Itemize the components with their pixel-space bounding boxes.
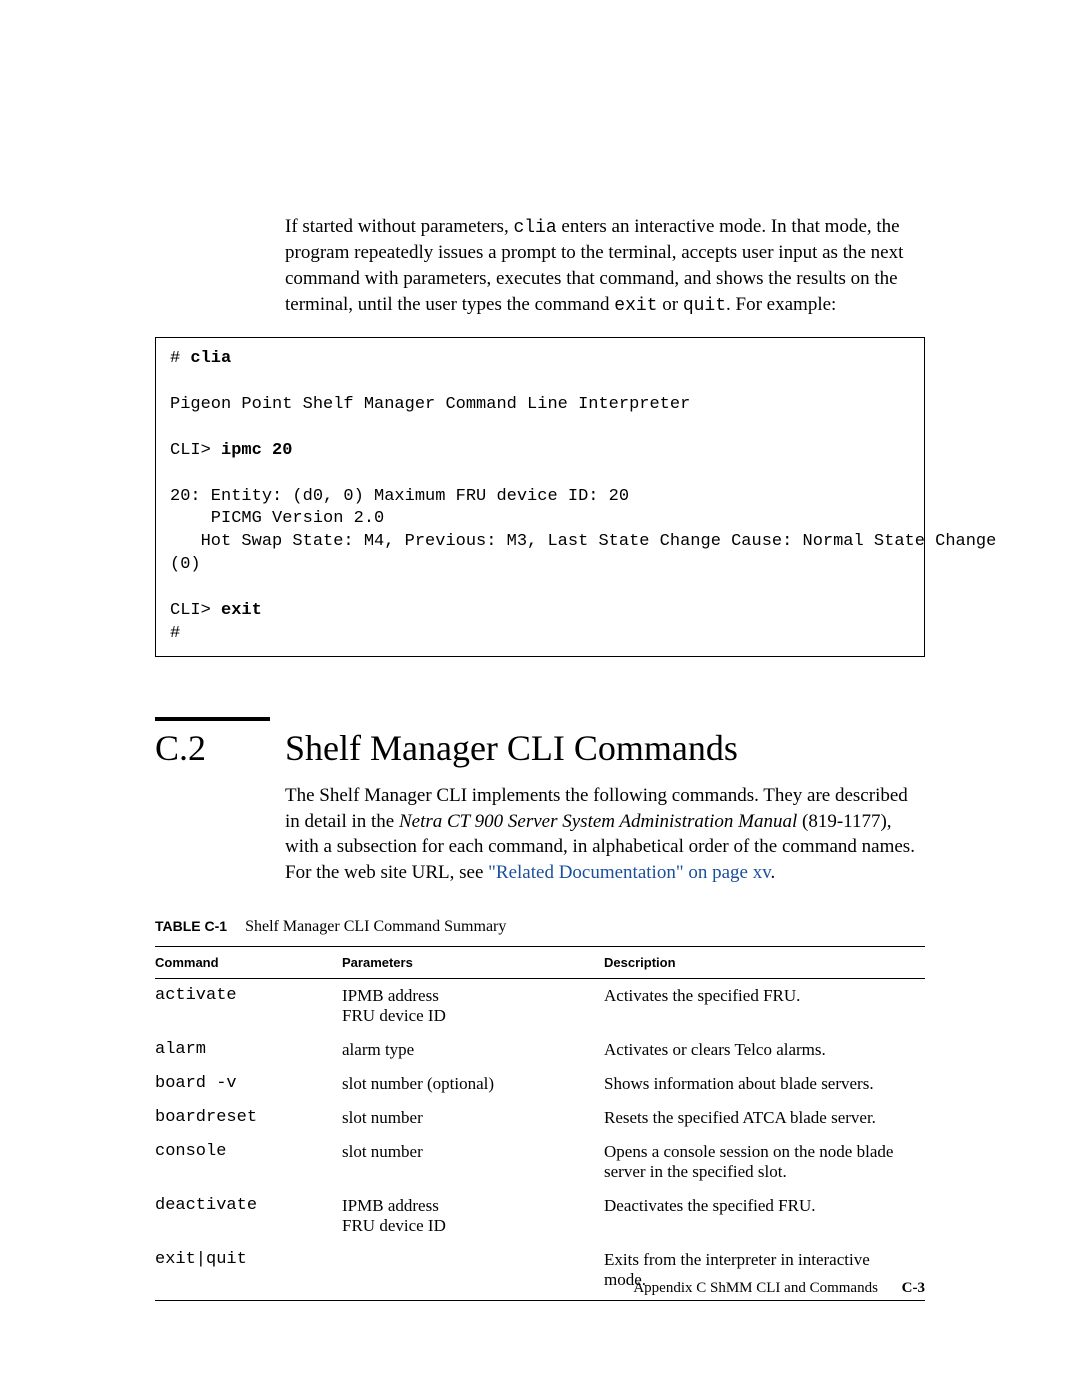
desc-cell: Resets the specified ATCA blade server. xyxy=(604,1101,925,1135)
section-title: Shelf Manager CLI Commands xyxy=(285,727,738,769)
desc-cell: Deactivates the specified FRU. xyxy=(604,1189,925,1243)
param-cell: IPMB addressFRU device ID xyxy=(342,1189,604,1243)
desc-cell: Opens a console session on the node blad… xyxy=(604,1135,925,1189)
section-rule xyxy=(155,717,270,721)
section-p-ital: Netra CT 900 Server System Administratio… xyxy=(399,811,797,832)
th-command: Command xyxy=(155,946,342,978)
intro-text-1: If started without parameters, xyxy=(285,216,513,237)
desc-cell: Shows information about blade servers. xyxy=(604,1067,925,1101)
table-row: board -v slot number (optional) Shows in… xyxy=(155,1067,925,1101)
table-row: activate IPMB addressFRU device ID Activ… xyxy=(155,978,925,1033)
th-parameters: Parameters xyxy=(342,946,604,978)
table-row: boardreset slot number Resets the specif… xyxy=(155,1101,925,1135)
cmd-cell: exit|quit xyxy=(155,1243,342,1301)
intro-quit-code: quit xyxy=(683,296,726,316)
intro-clia-code: clia xyxy=(513,218,556,238)
param-cell: alarm type xyxy=(342,1033,604,1067)
cmd-cell: console xyxy=(155,1135,342,1189)
table-row: alarm alarm type Activates or clears Tel… xyxy=(155,1033,925,1067)
cmd-cell: boardreset xyxy=(155,1101,342,1135)
code-l8: PICMG Version 2.0 xyxy=(170,509,384,528)
section-paragraph: The Shelf Manager CLI implements the fol… xyxy=(285,783,925,886)
page-footer: Appendix C ShMM CLI and Commands C-3 xyxy=(633,1280,925,1297)
code-l1a: # xyxy=(170,349,190,368)
code-l12b: exit xyxy=(221,601,262,620)
code-l3: Pigeon Point Shelf Manager Command Line … xyxy=(170,395,690,414)
page: If started without parameters, clia ente… xyxy=(0,0,1080,1397)
desc-cell: Activates or clears Telco alarms. xyxy=(604,1033,925,1067)
table-caption-text: Shelf Manager CLI Command Summary xyxy=(245,918,506,935)
table-row: console slot number Opens a console sess… xyxy=(155,1135,925,1189)
intro-tail: . For example: xyxy=(726,294,836,315)
code-l12a: CLI> xyxy=(170,601,221,620)
cmd-cell: board -v xyxy=(155,1067,342,1101)
cmd-cell: deactivate xyxy=(155,1189,342,1243)
param-cell: slot number xyxy=(342,1135,604,1189)
code-l9: Hot Swap State: M4, Previous: M3, Last S… xyxy=(170,532,996,551)
table-header-row: Command Parameters Description xyxy=(155,946,925,978)
intro-paragraph: If started without parameters, clia ente… xyxy=(285,214,925,318)
related-documentation-link[interactable]: "Related Documentation" on page xv xyxy=(488,862,770,883)
footer-text: Appendix C ShMM CLI and Commands xyxy=(633,1280,878,1296)
th-description: Description xyxy=(604,946,925,978)
param-cell: IPMB addressFRU device ID xyxy=(342,978,604,1033)
intro-or: or xyxy=(657,294,682,315)
code-l5a: CLI> xyxy=(170,441,221,460)
section-heading: C.2 Shelf Manager CLI Commands xyxy=(155,727,925,769)
code-l1b: clia xyxy=(190,349,231,368)
code-l7: 20: Entity: (d0, 0) Maximum FRU device I… xyxy=(170,487,629,506)
table-row: deactivate IPMB addressFRU device ID Dea… xyxy=(155,1189,925,1243)
intro-exit-code: exit xyxy=(614,296,657,316)
param-cell: slot number xyxy=(342,1101,604,1135)
section-number: C.2 xyxy=(155,727,285,769)
cmd-cell: activate xyxy=(155,978,342,1033)
cmd-cell: alarm xyxy=(155,1033,342,1067)
param-cell xyxy=(342,1243,604,1301)
table-caption-label: TABLE C-1 xyxy=(155,918,227,934)
desc-cell: Activates the specified FRU. xyxy=(604,978,925,1033)
code-l13: # xyxy=(170,624,180,643)
footer-page-number: C-3 xyxy=(902,1280,925,1296)
cli-command-table: Command Parameters Description activate … xyxy=(155,946,925,1301)
section-p-end: . xyxy=(770,862,775,883)
code-l5b: ipmc 20 xyxy=(221,441,292,460)
code-l10: (0) xyxy=(170,555,201,574)
code-example-box: # clia Pigeon Point Shelf Manager Comman… xyxy=(155,337,925,657)
table-caption: TABLE C-1 Shelf Manager CLI Command Summa… xyxy=(155,918,925,936)
param-cell: slot number (optional) xyxy=(342,1067,604,1101)
